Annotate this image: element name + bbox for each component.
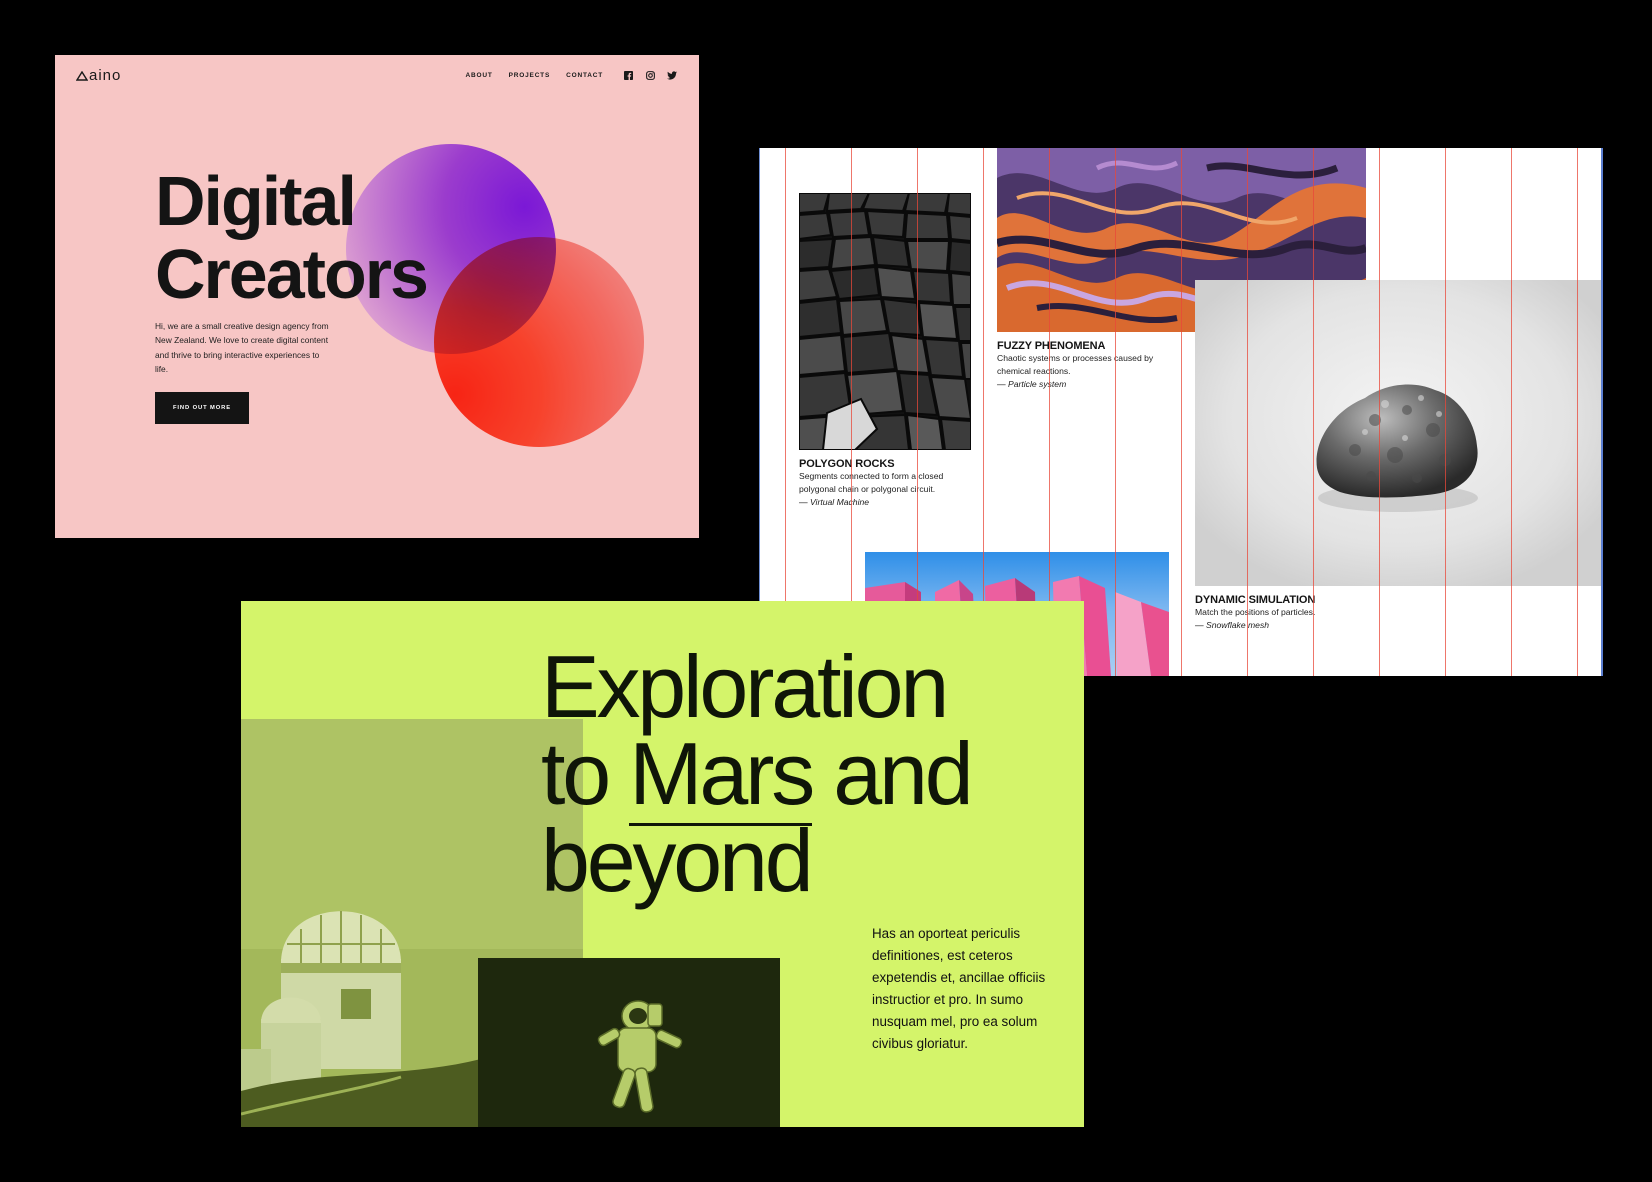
- astronaut-image[interactable]: [478, 958, 780, 1127]
- nav-about[interactable]: ABOUT: [466, 72, 493, 79]
- caption-title: FUZZY PHENOMENA: [997, 340, 1106, 352]
- polygon-rocks-image[interactable]: [799, 193, 971, 450]
- headline-line3: beyond: [541, 811, 814, 910]
- facebook-icon[interactable]: [623, 70, 633, 80]
- logo-text: aino: [89, 67, 122, 84]
- fuzzy-phenomena-caption: FUZZY PHENOMENA Chaotic systems or proce…: [997, 340, 1163, 391]
- grid-guide-line: [851, 148, 852, 676]
- polygon-rocks-caption: POLYGON ROCKS Segments connected to form…: [799, 458, 979, 509]
- grid-guide-line: [917, 148, 918, 676]
- grid-guide-line: [1445, 148, 1446, 676]
- caption-credit: — Virtual Machine: [799, 497, 870, 507]
- digital-creators-card: aino ABOUT PROJECTS CONTACT Digital Crea…: [55, 55, 699, 538]
- top-nav: ABOUT PROJECTS CONTACT: [466, 70, 677, 80]
- hero-title-line2: Creators: [155, 235, 429, 313]
- nav-contact[interactable]: CONTACT: [566, 72, 603, 79]
- grid-guide-line: [1577, 148, 1578, 676]
- mars-body-text: Has an oporteat periculis definitiones, …: [872, 926, 1046, 1051]
- gallery-grid-card: POLYGON ROCKS Segments connected to form…: [759, 148, 1603, 676]
- caption-title: POLYGON ROCKS: [799, 458, 895, 470]
- caption-credit: — Particle system: [997, 379, 1067, 389]
- hero-title: Digital Creators: [155, 162, 429, 313]
- caption-title: DYNAMIC SIMULATION: [1195, 594, 1316, 606]
- caption-text: Chaotic systems or processes caused by c…: [997, 353, 1154, 376]
- hero-description: Hi, we are a small creative design agenc…: [155, 321, 329, 375]
- grid-guide-line: [1181, 148, 1182, 676]
- caption-text: Segments connected to form a closed poly…: [799, 471, 944, 494]
- grid-guide-line: [1049, 148, 1050, 676]
- headline-suffix: and: [812, 724, 973, 823]
- headline-prefix: to: [541, 724, 630, 823]
- grid-guide-line: [983, 148, 984, 676]
- aino-logo[interactable]: aino: [76, 67, 121, 84]
- triangle-logo-icon: [76, 70, 88, 81]
- nav-projects[interactable]: PROJECTS: [509, 72, 550, 79]
- grid-guide-line: [1115, 148, 1116, 676]
- caption-credit: — Snowflake mesh: [1195, 620, 1270, 630]
- twitter-icon[interactable]: [667, 70, 677, 80]
- instagram-icon[interactable]: [645, 70, 655, 80]
- red-gradient-circle: [434, 237, 644, 447]
- dynamic-simulation-caption: DYNAMIC SIMULATION Match the positions o…: [1195, 594, 1395, 632]
- caption-text: Match the positions of particles.: [1195, 607, 1316, 617]
- grid-guide-line: [1247, 148, 1248, 676]
- dynamic-simulation-image[interactable]: [1195, 280, 1601, 586]
- hero-title-line1: Digital: [155, 162, 357, 240]
- mars-exploration-card: Exploration to Mars and beyond Has an op…: [241, 601, 1084, 1127]
- mars-headline: Exploration to Mars and beyond: [541, 637, 974, 910]
- grid-guide-line: [785, 148, 786, 676]
- grid-guide-line: [1313, 148, 1314, 676]
- grid-guide-line: [1511, 148, 1512, 676]
- social-icons: [623, 70, 677, 80]
- grid-guide-line: [1379, 148, 1380, 676]
- headline-line1: Exploration: [541, 637, 949, 736]
- find-out-more-button[interactable]: FIND OUT MORE: [155, 392, 249, 424]
- headline-line2: to Mars and: [541, 724, 974, 826]
